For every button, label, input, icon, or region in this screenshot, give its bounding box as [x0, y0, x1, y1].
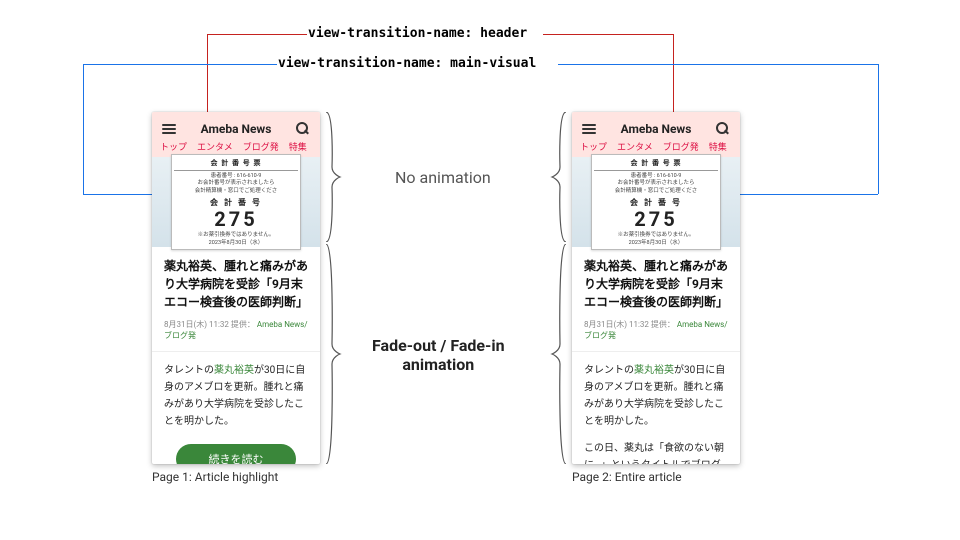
annotation-fade-line2: animation	[372, 355, 505, 374]
connector-blue	[83, 194, 152, 195]
excerpt-highlight: 薬丸裕英	[634, 365, 674, 376]
site-logo: Ameba News	[621, 122, 692, 136]
caption-page-2: Page 2: Entire article	[572, 470, 682, 484]
hamburger-icon[interactable]	[162, 122, 176, 136]
search-icon[interactable]	[716, 122, 730, 136]
receipt-date: 2023年8月30日（水）	[594, 238, 718, 246]
phone-header: Ameba News トップ エンタメ ブログ発 特集	[572, 112, 740, 157]
tab-top[interactable]: トップ	[160, 140, 187, 153]
article-meta: 8月31日(木) 11:32 提供： Ameba News/ブログ発	[584, 319, 728, 341]
annotation-fade: Fade-out / Fade-in animation	[372, 336, 505, 374]
article-meta: 8月31日(木) 11:32 提供： Ameba News/ブログ発	[164, 319, 308, 341]
receipt-note: ※お薬引換券ではありません。	[594, 230, 718, 238]
brace-right-top	[324, 112, 342, 242]
receipt-title: 会 計 番 号 票	[594, 158, 718, 171]
tab-entertainment[interactable]: エンタメ	[197, 140, 233, 153]
receipt-line: お会計番号が表示されましたら	[174, 180, 298, 187]
code-label-header: view-transition-name: header	[308, 26, 527, 41]
tab-blog[interactable]: ブログ発	[243, 140, 279, 153]
article-meta-label: 提供：	[231, 320, 255, 329]
receipt-line: 会計精算機・窓口でご処理くださ	[594, 188, 718, 195]
receipt-date: 2023年8月30日（水）	[174, 238, 298, 246]
article-title: 薬丸裕英、腫れと痛みがあり大学病院を受診「9月末エコー検査後の医師判断」	[164, 257, 308, 311]
tab-blog[interactable]: ブログ発	[663, 140, 699, 153]
connector-red	[207, 34, 307, 35]
receipt-number: 275	[174, 209, 298, 229]
article-title: 薬丸裕英、腫れと痛みがあり大学病院を受診「9月末エコー検査後の医師判断」	[584, 257, 728, 311]
connector-blue	[878, 64, 879, 194]
phone-page-1: Ameba News トップ エンタメ ブログ発 特集 会 計 番 号 票 患者…	[152, 112, 320, 464]
annotation-no-animation: No animation	[395, 168, 491, 187]
excerpt-text: タレントの	[164, 365, 214, 376]
excerpt-highlight: 薬丸裕英	[214, 365, 254, 376]
phone-page-2: Ameba News トップ エンタメ ブログ発 特集 会 計 番 号 票 患者…	[572, 112, 740, 464]
article-time: 8月31日(木) 11:32	[584, 320, 649, 329]
receipt-line: お会計番号が表示されましたら	[594, 180, 718, 187]
receipt-image: 会 計 番 号 票 患者番号 : 616-610-9 お会計番号が表示されました…	[591, 154, 721, 249]
brace-right-bottom	[324, 244, 342, 464]
caption-page-1: Page 1: Article highlight	[152, 470, 278, 484]
site-logo: Ameba News	[201, 122, 272, 136]
phone-topbar: Ameba News	[572, 116, 740, 140]
article-body: 薬丸裕英、腫れと痛みがあり大学病院を受診「9月末エコー検査後の医師判断」 8月3…	[152, 247, 320, 464]
connector-blue	[558, 64, 878, 65]
article-excerpt: タレントの薬丸裕英が30日に自身のアメブロを更新。腫れと痛みがあり大学病院を受診…	[164, 362, 308, 430]
phone-header: Ameba News トップ エンタメ ブログ発 特集	[152, 112, 320, 157]
excerpt-text: タレントの	[584, 365, 634, 376]
connector-red	[543, 34, 673, 35]
annotation-fade-line1: Fade-out / Fade-in	[372, 336, 505, 355]
article-body: 薬丸裕英、腫れと痛みがあり大学病院を受診「9月末エコー検査後の医師判断」 8月3…	[572, 247, 740, 464]
divider	[572, 351, 740, 352]
receipt-line: 会計精算機・窓口でご処理くださ	[174, 188, 298, 195]
tab-feature[interactable]: 特集	[709, 140, 727, 153]
connector-blue	[83, 64, 277, 65]
article-time: 8月31日(木) 11:32	[164, 320, 229, 329]
tab-top[interactable]: トップ	[580, 140, 607, 153]
tab-entertainment[interactable]: エンタメ	[617, 140, 653, 153]
brace-left-top	[550, 112, 568, 242]
hamburger-icon[interactable]	[582, 122, 596, 136]
article-paragraph-2: この日、薬丸は「食欲のない朝に…」というタイトルでブログを更新。「本日の朝食」と…	[584, 440, 728, 464]
receipt-image: 会 計 番 号 票 患者番号 : 616-610-9 お会計番号が表示されました…	[171, 154, 301, 249]
code-label-visual: view-transition-name: main-visual	[278, 56, 536, 71]
read-more-button[interactable]: 続きを読む	[176, 444, 296, 464]
receipt-note: ※お薬引換券ではありません。	[174, 230, 298, 238]
receipt-title: 会 計 番 号 票	[174, 158, 298, 171]
article-excerpt: タレントの薬丸裕英が30日に自身のアメブロを更新。腫れと痛みがあり大学病院を受診…	[584, 362, 728, 430]
search-icon[interactable]	[296, 122, 310, 136]
main-visual: 会 計 番 号 票 患者番号 : 616-610-9 お会計番号が表示されました…	[572, 157, 740, 247]
connector-blue	[740, 194, 878, 195]
brace-left-bottom	[550, 244, 568, 464]
main-visual: 会 計 番 号 票 患者番号 : 616-610-9 お会計番号が表示されました…	[152, 157, 320, 247]
receipt-number: 275	[594, 209, 718, 229]
tab-feature[interactable]: 特集	[289, 140, 307, 153]
connector-blue	[83, 64, 84, 194]
article-meta-label: 提供：	[651, 320, 675, 329]
divider	[152, 351, 320, 352]
phone-topbar: Ameba News	[152, 116, 320, 140]
